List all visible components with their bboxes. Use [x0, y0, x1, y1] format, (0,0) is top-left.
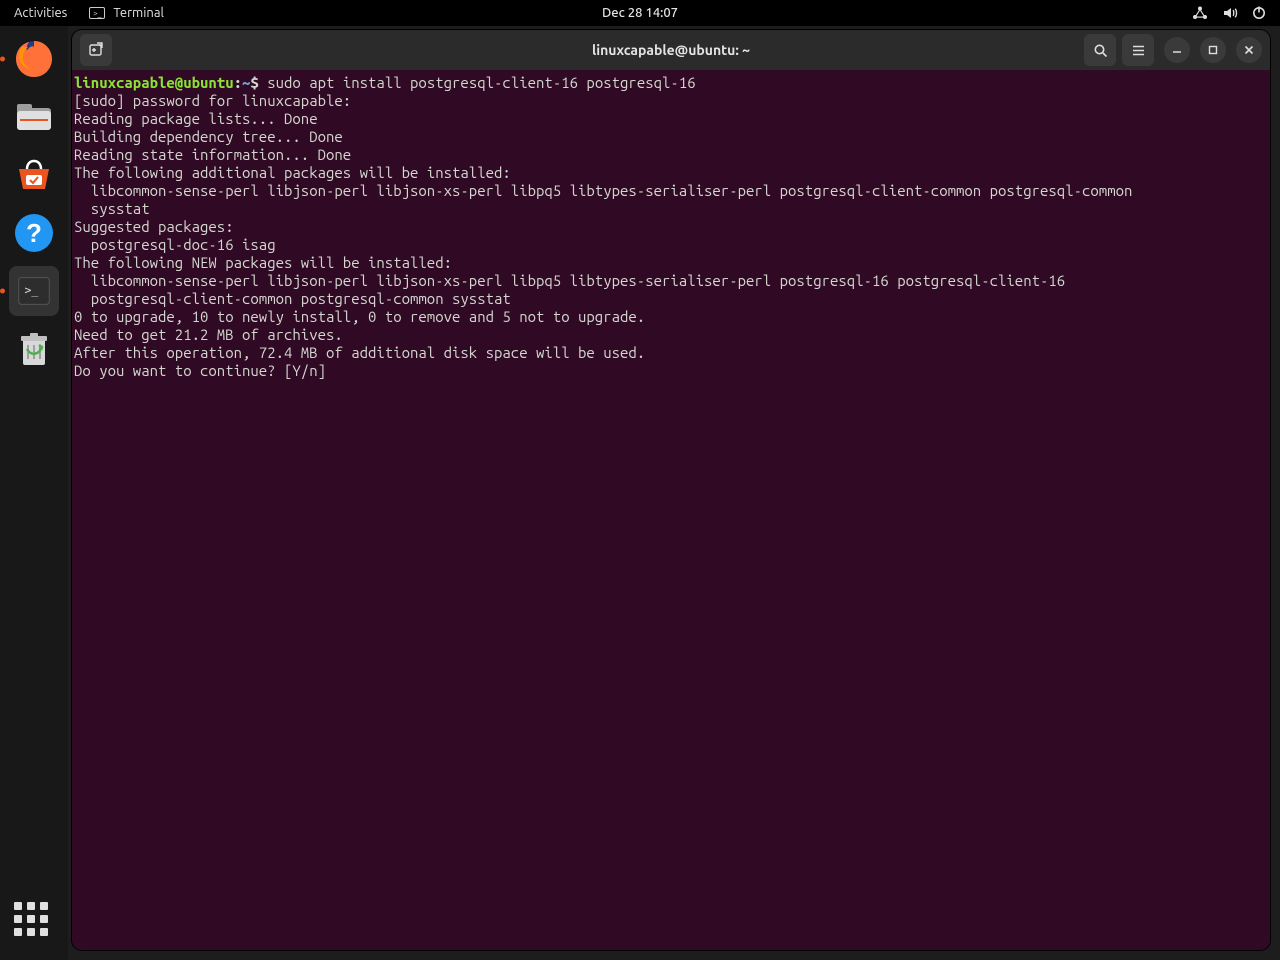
new-tab-button[interactable] [80, 34, 112, 66]
prompt-user: linuxcapable@ubuntu [74, 74, 234, 91]
window-title: linuxcapable@ubuntu: ~ [592, 42, 750, 58]
terminal-output[interactable]: linuxcapable@ubuntu:~$ sudo apt install … [72, 70, 1270, 950]
dock-app-firefox[interactable] [9, 34, 59, 84]
network-icon[interactable] [1192, 6, 1208, 20]
hamburger-menu-button[interactable] [1122, 34, 1154, 66]
clock[interactable]: Dec 28 14:07 [602, 6, 678, 20]
terminal-window: linuxcapable@ubuntu: ~ linuxcapable@ubun… [72, 30, 1270, 950]
window-titlebar: linuxcapable@ubuntu: ~ [72, 30, 1270, 70]
svg-text:>_: >_ [24, 283, 38, 297]
app-menu[interactable]: >_ Terminal [89, 6, 164, 20]
volume-icon[interactable] [1222, 6, 1238, 20]
power-icon[interactable] [1252, 6, 1266, 20]
command-text: sudo apt install postgresql-client-16 po… [267, 74, 695, 91]
dock-app-help[interactable]: ? [9, 208, 59, 258]
dock-app-software[interactable] [9, 150, 59, 200]
minimize-button[interactable] [1164, 37, 1190, 63]
dock-app-trash[interactable] [9, 324, 59, 374]
prompt-dollar: $ [250, 74, 267, 91]
dock-app-files[interactable] [9, 92, 59, 142]
maximize-button[interactable] [1200, 37, 1226, 63]
close-button[interactable] [1236, 37, 1262, 63]
activities-button[interactable]: Activities [14, 6, 67, 20]
search-button[interactable] [1084, 34, 1116, 66]
app-menu-label: Terminal [113, 6, 164, 20]
svg-text:?: ? [26, 218, 42, 248]
gnome-top-bar: Activities >_ Terminal Dec 28 14:07 [0, 0, 1280, 26]
prompt-separator: : [234, 74, 242, 91]
ubuntu-dock: ? >_ [0, 26, 68, 960]
show-applications-button[interactable] [14, 902, 54, 942]
dock-app-terminal[interactable]: >_ [9, 266, 59, 316]
output-lines: [sudo] password for linuxcapable: Readin… [74, 92, 1132, 379]
terminal-icon: >_ [89, 7, 105, 19]
